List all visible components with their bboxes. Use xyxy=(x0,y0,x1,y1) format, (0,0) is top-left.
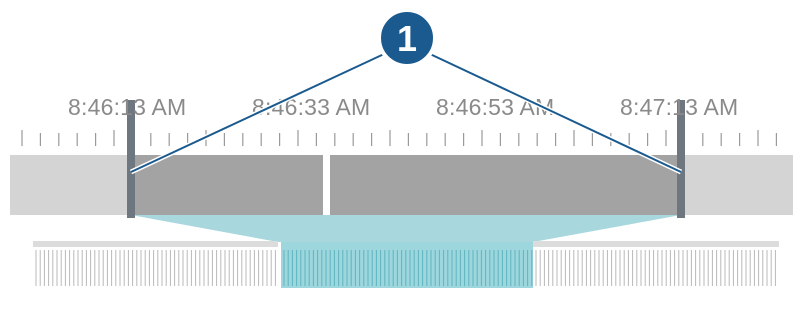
callout-leader-right xyxy=(429,53,682,173)
clip-trim-timeline: 8:46:13 AM 8:46:33 AM 8:46:53 AM 8:47:13… xyxy=(0,0,793,315)
callout-number: 1 xyxy=(397,18,417,59)
callout-overlay: 1 xyxy=(129,8,683,175)
callout-leader-left xyxy=(130,53,385,173)
